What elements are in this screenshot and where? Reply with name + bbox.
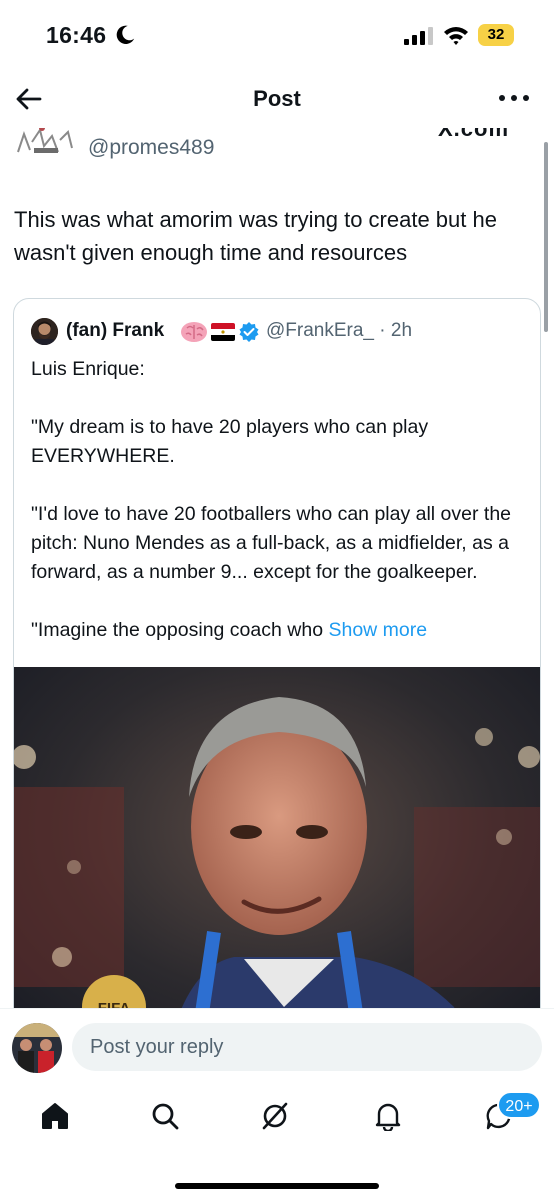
tab-home[interactable] [25, 1092, 85, 1142]
notifications-icon [375, 1103, 401, 1131]
show-more-link[interactable]: Show more [328, 619, 427, 641]
author-handle[interactable]: @promes489 [88, 136, 214, 160]
quote-paragraph-truncated: "Imagine the opposing coach who [31, 619, 324, 641]
scrollbar[interactable] [544, 142, 548, 332]
status-time: 16:46 [46, 22, 107, 48]
egypt-flag-icon [211, 323, 235, 341]
home-indicator [175, 1183, 379, 1189]
brain-icon [181, 322, 207, 342]
quote-author-name[interactable]: (fan) Frank [66, 320, 164, 342]
author-avatar[interactable] [14, 128, 76, 158]
status-bar: 16:46 32 [0, 0, 554, 70]
quote-paragraph-last: "Imagine the opposing coach who Show mor… [31, 616, 531, 645]
tab-search[interactable] [135, 1092, 195, 1142]
moon-icon [116, 25, 135, 44]
post-body: This was what amorim was trying to creat… [14, 207, 497, 265]
watermark-text: X.com [438, 128, 510, 141]
messages-badge: 20+ [497, 1091, 541, 1119]
quoted-post-photo[interactable]: FIFA [14, 667, 541, 1008]
quote-paragraph: "My dream is to have 20 players who can … [31, 416, 429, 467]
signal-icon [404, 27, 433, 45]
post-thread: @promes489 X.com This was what amorim wa… [0, 128, 554, 1008]
reply-bar [0, 1008, 554, 1082]
home-icon [42, 1103, 68, 1129]
page-title: Post [253, 86, 301, 111]
quoted-post-card[interactable]: (fan) Frank @FrankEra_ · 2h Luis Enrique… [13, 298, 541, 1008]
quote-paragraph: Luis Enrique: [31, 358, 145, 380]
wifi-icon [444, 27, 468, 45]
user-avatar[interactable] [12, 1023, 62, 1073]
search-icon [152, 1103, 179, 1130]
more-dots-icon[interactable] [497, 88, 531, 108]
top-navigation: Post [0, 70, 554, 128]
quoted-post-header: (fan) Frank @FrankEra_ · 2h [31, 318, 531, 346]
tab-notifications[interactable] [358, 1092, 418, 1142]
quote-author-avatar[interactable] [31, 318, 58, 345]
bottom-tab-bar: 20+ [0, 1082, 554, 1199]
battery-indicator: 32 [478, 24, 514, 46]
quoted-post-body: Luis Enrique: "My dream is to have 20 pl… [31, 355, 531, 674]
grok-icon [262, 1102, 288, 1130]
tab-grok[interactable] [245, 1092, 305, 1142]
quote-handle-time[interactable]: @FrankEra_ · 2h [266, 320, 412, 342]
verified-badge-icon [239, 322, 259, 342]
quote-paragraph: "I'd love to have 20 footballers who can… [31, 503, 512, 583]
reply-input[interactable] [72, 1023, 542, 1071]
medal-text: FIFA [98, 1000, 131, 1008]
